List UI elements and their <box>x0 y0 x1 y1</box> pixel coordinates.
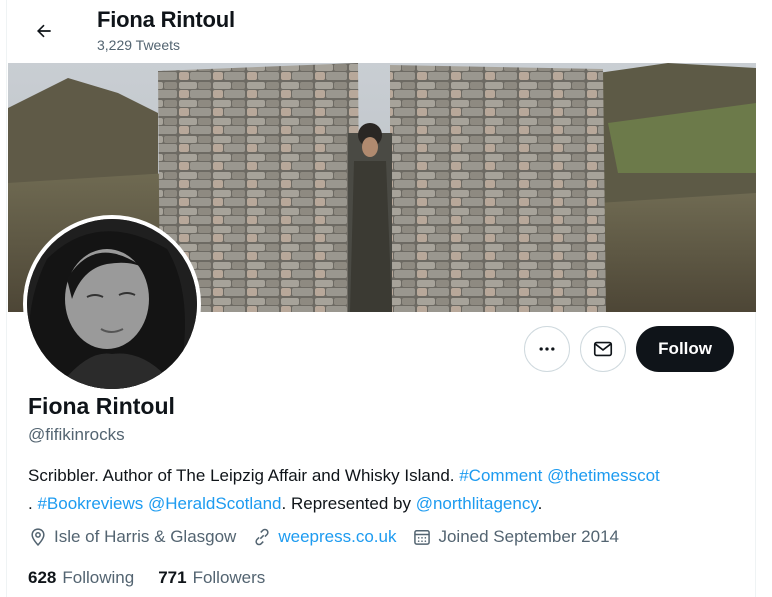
bio-text: . Represented by <box>281 494 416 513</box>
followers-count: 771 <box>158 568 187 587</box>
mention-heraldscotland-link[interactable]: @HeraldScotland <box>148 494 282 513</box>
envelope-icon <box>594 341 613 357</box>
calendar-icon <box>414 530 431 545</box>
avatar-image <box>27 219 197 389</box>
following-label: Following <box>62 568 135 587</box>
location-item: Isle of Harris & Glasgow <box>28 527 236 547</box>
hashtag-comment-link[interactable]: #Comment <box>459 466 542 485</box>
profile-bio: Scribbler. Author of The Leipzig Affair … <box>28 462 743 518</box>
link-icon <box>255 528 269 546</box>
joined-text: Joined September 2014 <box>438 527 619 546</box>
message-button[interactable] <box>580 326 627 372</box>
profile-actions: Follow <box>524 326 734 372</box>
profile-header: Fiona Rintoul 3,229 Tweets <box>7 0 757 63</box>
follow-stats: 628 Following 771 Followers <box>28 568 289 588</box>
profile-meta: Isle of Harris & Glasgow weepress.co.uk … <box>28 527 635 547</box>
mention-northlitagency-link[interactable]: @northlitagency <box>416 494 538 513</box>
mention-thetimesscot-link[interactable]: @thetimesscot <box>547 466 660 485</box>
followers-label: Followers <box>192 568 266 587</box>
bio-text: . <box>537 494 543 513</box>
bio-text: Scribbler. Author of The Leipzig Affair … <box>28 466 460 485</box>
profile-handle: @fifikinrocks <box>28 425 125 444</box>
following-link[interactable]: 628 Following <box>28 568 134 588</box>
profile-name: Fiona Rintoul <box>28 393 175 419</box>
website-item: weepress.co.uk <box>252 527 396 547</box>
arrow-left-icon <box>37 24 51 38</box>
location-pin-icon <box>31 528 45 546</box>
tweet-count: 3,229 Tweets <box>97 37 181 53</box>
profile-column: Fiona Rintoul 3,229 Tweets Follow Fiona … <box>6 0 757 597</box>
following-count: 628 <box>28 568 57 587</box>
follow-button[interactable]: Follow <box>636 326 734 372</box>
more-icon <box>539 347 555 351</box>
location-text: Isle of Harris & Glasgow <box>54 527 237 546</box>
hashtag-bookreviews-link[interactable]: #Bookreviews <box>37 494 143 513</box>
profile-avatar[interactable] <box>23 215 201 393</box>
joined-item: Joined September 2014 <box>412 527 619 547</box>
more-button[interactable] <box>524 326 571 372</box>
website-link[interactable]: weepress.co.uk <box>278 527 396 547</box>
back-button[interactable] <box>27 14 61 48</box>
header-title: Fiona Rintoul <box>97 7 235 32</box>
followers-link[interactable]: 771 Followers <box>158 568 265 588</box>
